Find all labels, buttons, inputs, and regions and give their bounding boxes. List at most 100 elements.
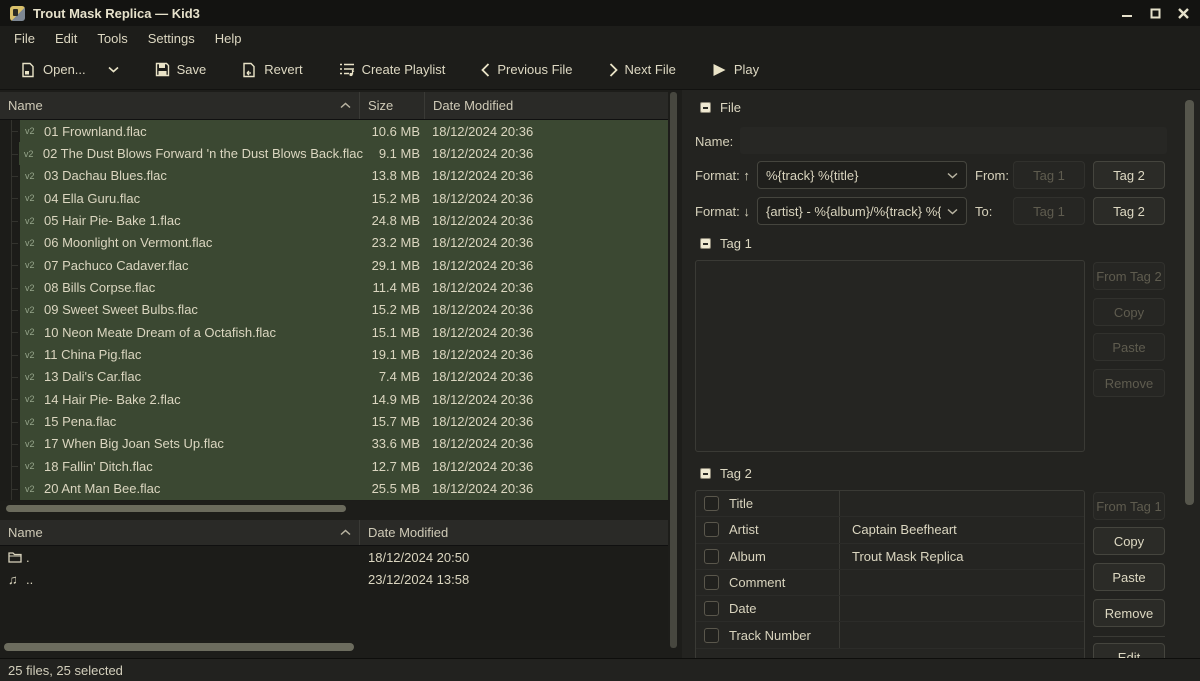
scrollbar-thumb[interactable] [4,643,354,651]
file-name: 20 Ant Man Bee.flac [44,481,363,496]
file-section-header[interactable]: File [700,100,741,115]
from-tag2-button[interactable]: Tag 2 [1093,161,1165,189]
folder-list-hscrollbar[interactable] [0,641,668,653]
tag1-paste-button[interactable]: Paste [1093,333,1165,361]
tree-branch [0,187,20,209]
column-divider [839,570,840,595]
open-dropdown-chevron-icon[interactable] [99,60,128,79]
tag2-from-tag1-button[interactable]: From Tag 1 [1093,492,1165,520]
table-row[interactable]: v215 Pena.flac15.7 MB18/12/2024 20:36 [0,410,668,432]
field-value[interactable]: Captain Beefheart [840,522,1084,537]
tag1-section-header[interactable]: Tag 1 [700,236,752,251]
field-checkbox[interactable] [704,601,719,616]
tag2-edit-button[interactable]: Edit [1093,643,1165,658]
open-file-icon [21,62,36,78]
tag2-paste-button[interactable]: Paste [1093,563,1165,591]
create-playlist-button[interactable]: Create Playlist [330,56,455,83]
column-header-date[interactable]: Date Modified [425,92,668,119]
collapse-icon[interactable] [700,238,711,249]
previous-file-label: Previous File [497,62,572,77]
save-button[interactable]: Save [146,56,216,83]
collapse-icon[interactable] [700,102,711,113]
tree-branch [0,366,20,388]
tag2-section-header[interactable]: Tag 2 [700,466,752,481]
table-row[interactable]: v204 Ella Guru.flac15.2 MB18/12/2024 20:… [0,187,668,209]
to-tag2-button[interactable]: Tag 2 [1093,197,1165,225]
table-row[interactable]: v217 When Big Joan Sets Up.flac33.6 MB18… [0,433,668,455]
panel-vscrollbar[interactable] [1185,96,1194,652]
next-file-button[interactable]: Next File [600,56,685,83]
file-list-hscrollbar[interactable] [0,504,668,513]
revert-label: Revert [264,62,302,77]
table-row[interactable]: v220 Ant Man Bee.flac25.5 MB18/12/2024 2… [0,478,668,500]
close-icon[interactable] [1172,5,1194,21]
table-row[interactable]: v211 China Pig.flac19.1 MB18/12/2024 20:… [0,343,668,365]
format-from-filename-combobox[interactable]: %{track} %{title} [757,161,967,189]
revert-button[interactable]: Revert [233,56,311,84]
column-divider [839,596,840,621]
minimize-icon[interactable] [1116,5,1138,21]
menu-item-file[interactable]: File [4,28,45,49]
table-row[interactable]: v203 Dachau Blues.flac13.8 MB18/12/2024 … [0,165,668,187]
table-row[interactable]: v206 Moonlight on Vermont.flac23.2 MB18/… [0,232,668,254]
field-value[interactable]: Trout Mask Replica [840,549,1084,564]
table-row[interactable]: v209 Sweet Sweet Bulbs.flac15.2 MB18/12/… [0,299,668,321]
tree-branch [0,254,20,276]
column-header-date[interactable]: Date Modified [360,520,668,545]
tag1-copy-button[interactable]: Copy [1093,298,1165,326]
menubar: FileEditToolsSettingsHelp [0,26,1200,50]
tag-v2-badge: v2 [20,216,44,226]
column-header-size[interactable]: Size [360,92,425,119]
column-header-name[interactable]: Name [0,92,360,119]
play-label: Play [734,62,759,77]
scrollbar-thumb[interactable] [6,505,346,512]
file-size: 9.1 MB [363,146,428,161]
table-row[interactable]: v207 Pachuco Cadaver.flac29.1 MB18/12/20… [0,254,668,276]
filename-input[interactable] [740,127,1167,154]
table-row[interactable]: v210 Neon Meate Dream of a Octafish.flac… [0,321,668,343]
file-date: 18/12/2024 20:36 [428,280,668,295]
tag-v2-badge: v2 [20,238,44,248]
table-row[interactable]: v205 Hair Pie- Bake 1.flac24.8 MB18/12/2… [0,209,668,231]
column-header-name[interactable]: Name [0,520,360,545]
next-file-label: Next File [625,62,676,77]
table-row[interactable]: v214 Hair Pie- Bake 2.flac14.9 MB18/12/2… [0,388,668,410]
tag2-remove-button[interactable]: Remove [1093,599,1165,627]
collapse-icon[interactable] [700,468,711,479]
table-row[interactable]: v208 Bills Corpse.flac11.4 MB18/12/2024 … [0,276,668,298]
tag1-remove-button[interactable]: Remove [1093,369,1165,397]
scrollbar-thumb[interactable] [1185,100,1194,505]
folder-table-body: .18/12/2024 20:50♫..23/12/2024 13:58 [0,546,668,640]
previous-file-button[interactable]: Previous File [472,56,581,83]
table-row[interactable]: v218 Fallin' Ditch.flac12.7 MB18/12/2024… [0,455,668,477]
table-row[interactable]: v202 The Dust Blows Forward 'n the Dust … [0,142,668,164]
tree-branch [0,120,20,142]
menu-item-settings[interactable]: Settings [138,28,205,49]
panel-splitter[interactable] [670,92,677,648]
field-checkbox[interactable] [704,628,719,643]
field-checkbox[interactable] [704,496,719,511]
tag2-copy-button[interactable]: Copy [1093,527,1165,555]
file-date: 18/12/2024 20:36 [428,146,668,161]
table-row[interactable]: v201 Frownland.flac10.6 MB18/12/2024 20:… [0,120,668,142]
from-tag1-button[interactable]: Tag 1 [1013,161,1085,189]
list-item[interactable]: .18/12/2024 20:50 [0,546,668,568]
field-label: Artist [719,522,839,537]
maximize-icon[interactable] [1144,5,1166,21]
menu-item-edit[interactable]: Edit [45,28,87,49]
field-checkbox[interactable] [704,549,719,564]
format-to-filename-combobox[interactable]: {artist} - %{album}/%{track} %{title} [757,197,967,225]
file-name: 01 Frownland.flac [44,124,363,139]
table-row[interactable]: v213 Dali's Car.flac7.4 MB18/12/2024 20:… [0,366,668,388]
to-tag1-button[interactable]: Tag 1 [1013,197,1085,225]
tag1-from-tag2-button[interactable]: From Tag 2 [1093,262,1165,290]
menu-item-tools[interactable]: Tools [87,28,137,49]
list-item[interactable]: ♫..23/12/2024 13:58 [0,568,668,590]
field-checkbox[interactable] [704,575,719,590]
play-button[interactable]: Play [703,56,768,83]
open-button[interactable]: Open... [12,56,95,84]
field-checkbox[interactable] [704,522,719,537]
titlebar: Trout Mask Replica — Kid3 [0,0,1200,26]
tree-branch [0,321,20,343]
menu-item-help[interactable]: Help [205,28,252,49]
